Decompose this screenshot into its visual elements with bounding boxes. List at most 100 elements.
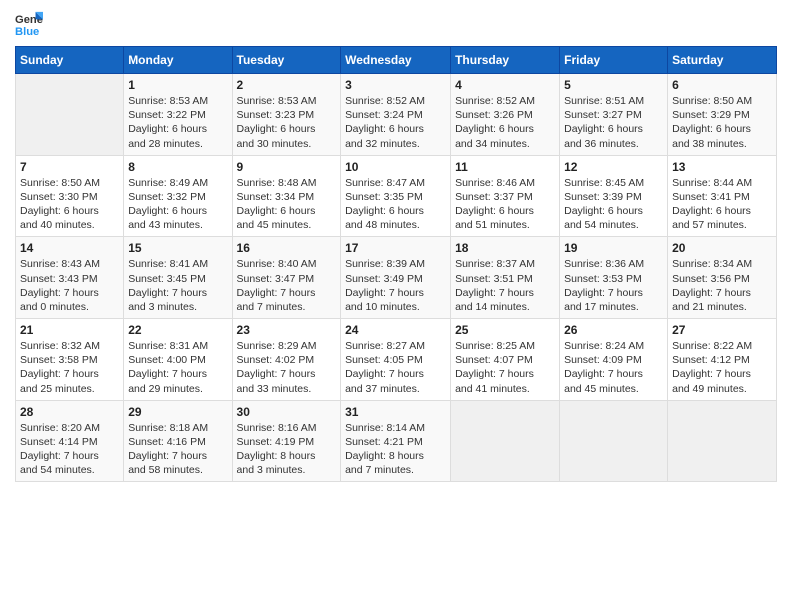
day-info: Sunrise: 8:40 AM Sunset: 3:47 PM Dayligh… xyxy=(237,257,337,314)
calendar-cell: 3 Sunrise: 8:52 AM Sunset: 3:24 PM Daylig… xyxy=(341,74,451,156)
week-row-1: 1 Sunrise: 8:53 AM Sunset: 3:22 PM Daylig… xyxy=(16,74,777,156)
calendar-cell: 15 Sunrise: 8:41 AM Sunset: 3:45 PM Dayli… xyxy=(124,237,232,319)
calendar-cell: 7Sunrise: 8:50 AM Sunset: 3:30 PM Daylig… xyxy=(16,155,124,237)
calendar-cell: 2Sunrise: 8:53 AM Sunset: 3:23 PM Daylig… xyxy=(232,74,341,156)
day-number: 26 xyxy=(564,323,663,337)
weekday-header-tuesday: Tuesday xyxy=(232,47,341,74)
day-number: 13 xyxy=(672,160,772,174)
day-info: Sunrise: 8:20 AM Sunset: 4:14 PM Dayligh… xyxy=(20,421,119,478)
day-number: 4 xyxy=(455,78,555,92)
calendar-cell: 18 Sunrise: 8:37 AM Sunset: 3:51 PM Dayli… xyxy=(451,237,560,319)
day-info: Sunrise: 8:16 AM Sunset: 4:19 PM Dayligh… xyxy=(237,421,337,478)
day-info: Sunrise: 8:44 AM Sunset: 3:41 PM Dayligh… xyxy=(672,176,772,233)
day-number: 3 xyxy=(345,78,446,92)
weekday-header-saturday: Saturday xyxy=(668,47,777,74)
day-number: 12 xyxy=(564,160,663,174)
day-number: 10 xyxy=(345,160,446,174)
calendar-cell: 6 Sunrise: 8:50 AM Sunset: 3:29 PM Daylig… xyxy=(668,74,777,156)
day-info: Sunrise: 8:52 AM Sunset: 3:26 PM Dayligh… xyxy=(455,94,555,151)
calendar-cell xyxy=(560,400,668,482)
calendar-table: SundayMondayTuesdayWednesdayThursdayFrid… xyxy=(15,46,777,482)
weekday-header-wednesday: Wednesday xyxy=(341,47,451,74)
day-number: 22 xyxy=(128,323,227,337)
day-number: 11 xyxy=(455,160,555,174)
calendar-page: General Blue SundayMondayTuesdayWednesda… xyxy=(0,0,792,612)
day-info: Sunrise: 8:18 AM Sunset: 4:16 PM Dayligh… xyxy=(128,421,227,478)
day-info: Sunrise: 8:43 AM Sunset: 3:43 PM Dayligh… xyxy=(20,257,119,314)
calendar-cell: 10 Sunrise: 8:47 AM Sunset: 3:35 PM Dayli… xyxy=(341,155,451,237)
calendar-cell: 27 Sunrise: 8:22 AM Sunset: 4:12 PM Dayli… xyxy=(668,319,777,401)
day-number: 27 xyxy=(672,323,772,337)
weekday-header-row: SundayMondayTuesdayWednesdayThursdayFrid… xyxy=(16,47,777,74)
calendar-cell: 1 Sunrise: 8:53 AM Sunset: 3:22 PM Daylig… xyxy=(124,74,232,156)
calendar-cell: 12 Sunrise: 8:45 AM Sunset: 3:39 PM Dayli… xyxy=(560,155,668,237)
calendar-cell: 24 Sunrise: 8:27 AM Sunset: 4:05 PM Dayli… xyxy=(341,319,451,401)
day-info: Sunrise: 8:52 AM Sunset: 3:24 PM Dayligh… xyxy=(345,94,446,151)
calendar-cell: 5Sunrise: 8:51 AM Sunset: 3:27 PM Daylig… xyxy=(560,74,668,156)
calendar-cell: 29 Sunrise: 8:18 AM Sunset: 4:16 PM Dayli… xyxy=(124,400,232,482)
calendar-cell: 8 Sunrise: 8:49 AM Sunset: 3:32 PM Daylig… xyxy=(124,155,232,237)
calendar-cell: 30 Sunrise: 8:16 AM Sunset: 4:19 PM Dayli… xyxy=(232,400,341,482)
calendar-cell: 17 Sunrise: 8:39 AM Sunset: 3:49 PM Dayli… xyxy=(341,237,451,319)
day-number: 8 xyxy=(128,160,227,174)
day-info: Sunrise: 8:36 AM Sunset: 3:53 PM Dayligh… xyxy=(564,257,663,314)
day-number: 24 xyxy=(345,323,446,337)
calendar-cell: 26 Sunrise: 8:24 AM Sunset: 4:09 PM Dayli… xyxy=(560,319,668,401)
week-row-3: 14 Sunrise: 8:43 AM Sunset: 3:43 PM Dayli… xyxy=(16,237,777,319)
calendar-cell: 22 Sunrise: 8:31 AM Sunset: 4:00 PM Dayli… xyxy=(124,319,232,401)
day-number: 25 xyxy=(455,323,555,337)
day-number: 9 xyxy=(237,160,337,174)
day-info: Sunrise: 8:27 AM Sunset: 4:05 PM Dayligh… xyxy=(345,339,446,396)
day-number: 16 xyxy=(237,241,337,255)
day-number: 31 xyxy=(345,405,446,419)
day-number: 30 xyxy=(237,405,337,419)
day-info: Sunrise: 8:39 AM Sunset: 3:49 PM Dayligh… xyxy=(345,257,446,314)
day-info: Sunrise: 8:53 AM Sunset: 3:22 PM Dayligh… xyxy=(128,94,227,151)
logo: General Blue xyxy=(15,10,43,38)
day-info: Sunrise: 8:50 AM Sunset: 3:29 PM Dayligh… xyxy=(672,94,772,151)
day-info: Sunrise: 8:49 AM Sunset: 3:32 PM Dayligh… xyxy=(128,176,227,233)
calendar-cell: 21Sunrise: 8:32 AM Sunset: 3:58 PM Dayli… xyxy=(16,319,124,401)
day-number: 5 xyxy=(564,78,663,92)
day-info: Sunrise: 8:41 AM Sunset: 3:45 PM Dayligh… xyxy=(128,257,227,314)
day-info: Sunrise: 8:47 AM Sunset: 3:35 PM Dayligh… xyxy=(345,176,446,233)
day-info: Sunrise: 8:31 AM Sunset: 4:00 PM Dayligh… xyxy=(128,339,227,396)
calendar-cell: 11 Sunrise: 8:46 AM Sunset: 3:37 PM Dayli… xyxy=(451,155,560,237)
day-info: Sunrise: 8:45 AM Sunset: 3:39 PM Dayligh… xyxy=(564,176,663,233)
day-info: Sunrise: 8:14 AM Sunset: 4:21 PM Dayligh… xyxy=(345,421,446,478)
day-number: 28 xyxy=(20,405,119,419)
weekday-header-sunday: Sunday xyxy=(16,47,124,74)
day-number: 29 xyxy=(128,405,227,419)
day-info: Sunrise: 8:50 AM Sunset: 3:30 PM Dayligh… xyxy=(20,176,119,233)
day-info: Sunrise: 8:22 AM Sunset: 4:12 PM Dayligh… xyxy=(672,339,772,396)
svg-text:Blue: Blue xyxy=(15,26,39,38)
header: General Blue xyxy=(15,10,777,38)
weekday-header-thursday: Thursday xyxy=(451,47,560,74)
day-info: Sunrise: 8:25 AM Sunset: 4:07 PM Dayligh… xyxy=(455,339,555,396)
day-number: 18 xyxy=(455,241,555,255)
day-number: 14 xyxy=(20,241,119,255)
calendar-cell: 25 Sunrise: 8:25 AM Sunset: 4:07 PM Dayli… xyxy=(451,319,560,401)
day-number: 15 xyxy=(128,241,227,255)
calendar-cell: 19Sunrise: 8:36 AM Sunset: 3:53 PM Dayli… xyxy=(560,237,668,319)
day-info: Sunrise: 8:48 AM Sunset: 3:34 PM Dayligh… xyxy=(237,176,337,233)
day-info: Sunrise: 8:24 AM Sunset: 4:09 PM Dayligh… xyxy=(564,339,663,396)
day-info: Sunrise: 8:53 AM Sunset: 3:23 PM Dayligh… xyxy=(237,94,337,151)
week-row-5: 28 Sunrise: 8:20 AM Sunset: 4:14 PM Dayli… xyxy=(16,400,777,482)
logo-icon: General Blue xyxy=(15,10,43,38)
day-info: Sunrise: 8:37 AM Sunset: 3:51 PM Dayligh… xyxy=(455,257,555,314)
calendar-cell xyxy=(16,74,124,156)
day-number: 17 xyxy=(345,241,446,255)
calendar-cell xyxy=(451,400,560,482)
calendar-cell: 23Sunrise: 8:29 AM Sunset: 4:02 PM Dayli… xyxy=(232,319,341,401)
weekday-header-monday: Monday xyxy=(124,47,232,74)
day-number: 6 xyxy=(672,78,772,92)
calendar-cell: 14 Sunrise: 8:43 AM Sunset: 3:43 PM Dayli… xyxy=(16,237,124,319)
day-info: Sunrise: 8:29 AM Sunset: 4:02 PM Dayligh… xyxy=(237,339,337,396)
calendar-cell: 31 Sunrise: 8:14 AM Sunset: 4:21 PM Dayli… xyxy=(341,400,451,482)
day-info: Sunrise: 8:46 AM Sunset: 3:37 PM Dayligh… xyxy=(455,176,555,233)
calendar-cell: 9 Sunrise: 8:48 AM Sunset: 3:34 PM Daylig… xyxy=(232,155,341,237)
calendar-cell: 13 Sunrise: 8:44 AM Sunset: 3:41 PM Dayli… xyxy=(668,155,777,237)
day-number: 1 xyxy=(128,78,227,92)
weekday-header-friday: Friday xyxy=(560,47,668,74)
